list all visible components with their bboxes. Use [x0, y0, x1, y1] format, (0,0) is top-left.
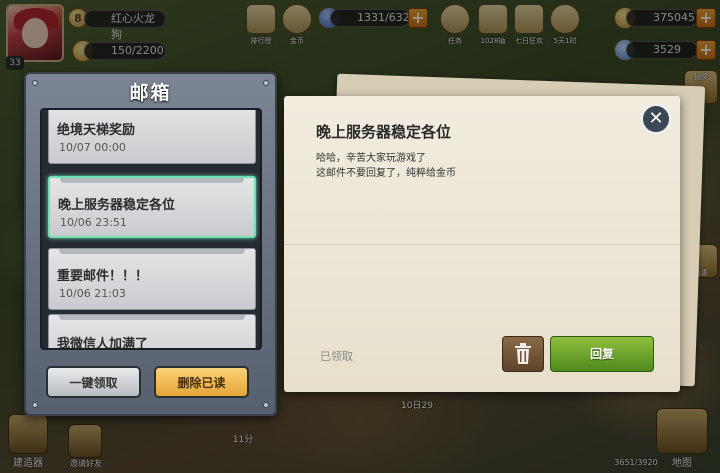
close-icon[interactable]: ✕: [641, 104, 671, 134]
mail-list-item[interactable]: 重要邮件！！！ 10/06 21:03: [48, 248, 256, 310]
mail-item-date: 10/06 21:03: [59, 287, 126, 300]
mail-list-item[interactable]: 绝境天梯奖励 10/07 00:00: [48, 110, 256, 164]
letter-body-line: 这邮件不要回复了，纯粹给金币: [316, 168, 456, 179]
letter-body-line: 哈哈，辛苦大家玩游戏了: [316, 153, 426, 164]
letter-body: 哈哈，辛苦大家玩游戏了 这邮件不要回复了，纯粹给金币: [316, 151, 636, 181]
trash-icon: [515, 343, 531, 364]
delete-mail-button[interactable]: [502, 336, 544, 372]
mail-item-title: 我微信人加满了: [57, 337, 149, 350]
mailbox-panel: 邮箱 绝境天梯奖励 10/07 00:00 晚上服务器稳定各位 10/06 23…: [24, 72, 277, 416]
mail-item-title: 重要邮件！！！: [57, 269, 149, 284]
panel-rivet: [263, 402, 269, 408]
letter-panel: 晚上服务器稳定各位 哈哈，辛苦大家玩游戏了 这邮件不要回复了，纯粹给金币 已领取…: [284, 96, 680, 392]
claim-all-button[interactable]: 一键领取: [46, 366, 141, 398]
mail-item-date: 10/06 23:51: [60, 216, 127, 229]
letter-fold-line: [284, 244, 680, 245]
mail-list-item-selected[interactable]: 晚上服务器稳定各位 10/06 23:51: [48, 176, 256, 238]
mail-item-title: 绝境天梯奖励: [57, 123, 136, 138]
mailbox-title: 邮箱: [129, 82, 172, 104]
letter-title: 晚上服务器稳定各位: [316, 123, 452, 141]
panel-rivet: [32, 402, 38, 408]
mail-list[interactable]: 绝境天梯奖励 10/07 00:00 晚上服务器稳定各位 10/06 23:51…: [40, 108, 262, 350]
reply-button[interactable]: 回复: [550, 336, 654, 372]
mail-list-item[interactable]: 我微信人加满了: [48, 314, 256, 350]
claimed-status: 已领取: [320, 350, 353, 363]
delete-read-button[interactable]: 删除已读: [154, 366, 249, 398]
mail-item-date: 10/07 00:00: [59, 141, 126, 154]
mail-item-title: 晚上服务器稳定各位: [58, 198, 176, 213]
